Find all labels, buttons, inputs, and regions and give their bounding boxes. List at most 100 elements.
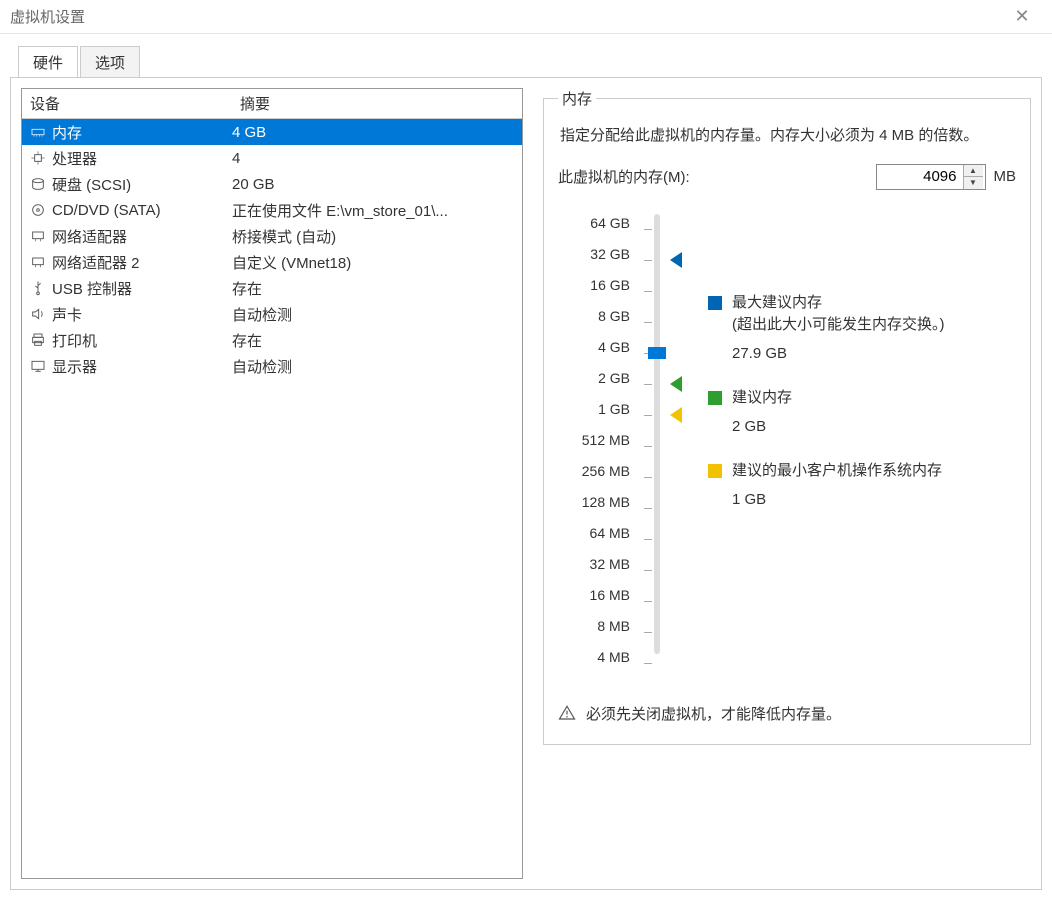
titlebar: 虚拟机设置 ✕ xyxy=(0,0,1052,34)
memory-fieldset: 内存 指定分配给此虚拟机的内存量。内存大小必须为 4 MB 的倍数。 此虚拟机的… xyxy=(543,88,1031,745)
memory-spinner[interactable]: ▲ ▼ xyxy=(876,164,986,190)
memory-scale-labels: 64 GB 32 GB 16 GB 8 GB 4 GB 2 GB 1 GB 51… xyxy=(558,208,630,673)
spinner-up-icon[interactable]: ▲ xyxy=(964,165,983,178)
table-row[interactable]: 硬盘 (SCSI) 20 GB xyxy=(22,171,522,197)
scale-label: 4 MB xyxy=(558,642,630,673)
device-name: 处理器 xyxy=(52,148,97,169)
device-name: 内存 xyxy=(52,122,82,143)
slider-marker-blue xyxy=(670,252,682,268)
legend-square-green xyxy=(708,391,722,405)
scale-label: 8 GB xyxy=(558,301,630,332)
printer-icon xyxy=(28,332,48,348)
legend-rec-value: 2 GB xyxy=(732,416,792,439)
spinner-down-icon[interactable]: ▼ xyxy=(964,177,983,189)
device-name: CD/DVD (SATA) xyxy=(52,202,161,219)
device-name: 硬盘 (SCSI) xyxy=(52,174,131,195)
table-row[interactable]: 处理器 4 xyxy=(22,145,522,171)
legend-rec-title: 建议内存 xyxy=(732,387,792,410)
scale-label: 2 GB xyxy=(558,363,630,394)
nic-icon xyxy=(28,254,48,270)
slider-thumb[interactable] xyxy=(648,347,666,359)
disk-icon xyxy=(28,176,48,192)
device-summary: 存在 xyxy=(232,278,516,299)
scale-label: 512 MB xyxy=(558,425,630,456)
header-summary: 摘要 xyxy=(232,89,522,118)
device-summary: 4 GB xyxy=(232,124,516,141)
memory-description: 指定分配给此虚拟机的内存量。内存大小必须为 4 MB 的倍数。 xyxy=(560,125,1014,148)
device-summary: 正在使用文件 E:\vm_store_01\... xyxy=(232,200,516,221)
slider-marker-green xyxy=(670,376,682,392)
device-summary: 20 GB xyxy=(232,176,516,193)
warning-icon xyxy=(558,704,576,722)
memory-track[interactable] xyxy=(630,208,680,673)
table-row[interactable]: 声卡 自动检测 xyxy=(22,301,522,327)
tabs: 硬件 选项 xyxy=(18,46,1042,78)
scale-label: 64 GB xyxy=(558,208,630,239)
table-row[interactable]: 网络适配器 2 自定义 (VMnet18) xyxy=(22,249,522,275)
scale-label: 4 GB xyxy=(558,332,630,363)
tab-options[interactable]: 选项 xyxy=(80,46,140,78)
legend-max-title: 最大建议内存 xyxy=(732,292,945,315)
table-row[interactable]: 内存 4 GB xyxy=(22,119,522,145)
scale-label: 64 MB xyxy=(558,518,630,549)
legend-max-value: 27.9 GB xyxy=(732,343,945,366)
memory-unit: MB xyxy=(994,168,1017,185)
cpu-icon xyxy=(28,150,48,166)
table-row[interactable]: 网络适配器 桥接模式 (自动) xyxy=(22,223,522,249)
device-name: USB 控制器 xyxy=(52,278,132,299)
memory-input[interactable] xyxy=(877,165,963,189)
memory-warning-text: 必须先关闭虚拟机，才能降低内存量。 xyxy=(586,703,841,724)
slider-marker-yellow xyxy=(670,407,682,423)
device-summary: 自动检测 xyxy=(232,356,516,377)
scale-label: 32 MB xyxy=(558,549,630,580)
device-name: 显示器 xyxy=(52,356,97,377)
scale-label: 1 GB xyxy=(558,394,630,425)
legend-min-title: 建议的最小客户机操作系统内存 xyxy=(732,460,942,483)
scale-label: 128 MB xyxy=(558,487,630,518)
memory-slider-area: 64 GB 32 GB 16 GB 8 GB 4 GB 2 GB 1 GB 51… xyxy=(558,208,1016,673)
device-table: 设备 摘要 内存 4 GB 处理器 4 硬盘 (SCSI) 20 GB CD/DVD (SA… xyxy=(21,88,523,879)
memory-panel: 内存 指定分配给此虚拟机的内存量。内存大小必须为 4 MB 的倍数。 此虚拟机的… xyxy=(543,88,1031,879)
scale-label: 8 MB xyxy=(558,611,630,642)
scale-label: 32 GB xyxy=(558,239,630,270)
legend-square-blue xyxy=(708,296,722,310)
usb-icon xyxy=(28,280,48,296)
device-summary: 存在 xyxy=(232,330,516,351)
device-summary: 自动检测 xyxy=(232,304,516,325)
device-name: 打印机 xyxy=(52,330,97,351)
legend-min-value: 1 GB xyxy=(732,489,942,512)
scale-label: 16 MB xyxy=(558,580,630,611)
tab-hardware[interactable]: 硬件 xyxy=(18,46,78,78)
settings-window: 虚拟机设置 ✕ 硬件 选项 设备 摘要 内存 4 GB 处理器 4 硬盘 (SCSI) 2… xyxy=(0,0,1052,900)
device-summary: 桥接模式 (自动) xyxy=(232,226,516,247)
display-icon xyxy=(28,358,48,374)
memory-field-label: 此虚拟机的内存(M): xyxy=(558,166,690,187)
device-summary: 自定义 (VMnet18) xyxy=(232,252,516,273)
memory-input-row: 此虚拟机的内存(M): ▲ ▼ MB xyxy=(558,164,1016,190)
table-row[interactable]: 显示器 自动检测 xyxy=(22,353,522,379)
table-header: 设备 摘要 xyxy=(22,89,522,119)
memory-legend: 内存 xyxy=(558,88,596,109)
memory-legend-list: 最大建议内存 (超出此大小可能发生内存交换。) 27.9 GB xyxy=(708,208,1016,673)
table-row[interactable]: 打印机 存在 xyxy=(22,327,522,353)
legend-square-yellow xyxy=(708,464,722,478)
close-icon[interactable]: ✕ xyxy=(1002,6,1042,27)
legend-max-note: (超出此大小可能发生内存交换。) xyxy=(732,314,945,337)
cd-icon xyxy=(28,202,48,218)
nic-icon xyxy=(28,228,48,244)
device-name: 声卡 xyxy=(52,304,82,325)
scale-label: 256 MB xyxy=(558,456,630,487)
table-row[interactable]: CD/DVD (SATA) 正在使用文件 E:\vm_store_01\... xyxy=(22,197,522,223)
memory-warning: 必须先关闭虚拟机，才能降低内存量。 xyxy=(558,703,1016,724)
scale-label: 16 GB xyxy=(558,270,630,301)
header-device: 设备 xyxy=(22,89,232,118)
device-summary: 4 xyxy=(232,150,516,167)
window-title: 虚拟机设置 xyxy=(10,6,1002,27)
device-name: 网络适配器 xyxy=(52,226,127,247)
table-row[interactable]: USB 控制器 存在 xyxy=(22,275,522,301)
sound-icon xyxy=(28,306,48,322)
window-body: 硬件 选项 设备 摘要 内存 4 GB 处理器 4 硬盘 (SCSI) 20 GB CD/D… xyxy=(0,34,1052,900)
memory-icon xyxy=(28,124,48,140)
device-name: 网络适配器 2 xyxy=(52,252,140,273)
tab-panel: 设备 摘要 内存 4 GB 处理器 4 硬盘 (SCSI) 20 GB CD/DVD (SA… xyxy=(10,77,1042,890)
